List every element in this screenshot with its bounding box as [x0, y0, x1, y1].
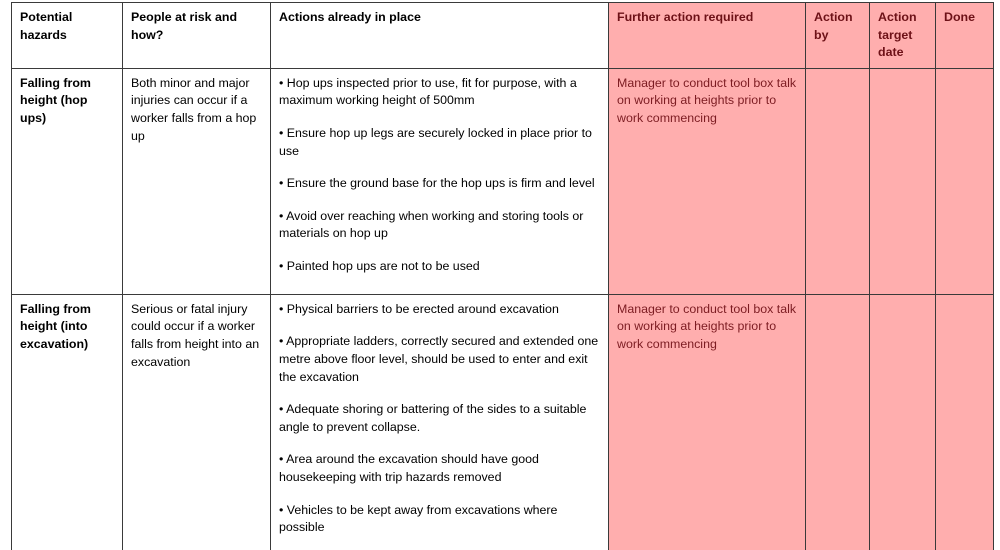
cell-further-action-required: Manager to conduct tool box talk on work…: [608, 67, 806, 295]
cell-actions-already-in-place: • Physical barriers to be erected around…: [270, 293, 609, 550]
cell-potential-hazard: Falling from height (into excavation): [11, 293, 123, 550]
column-header-actions-already-in-place: Actions already in place: [270, 2, 609, 69]
table-body: Falling from height (hop ups) Both minor…: [11, 67, 994, 550]
column-header-done: Done: [935, 2, 994, 69]
cell-actions-already-in-place: • Hop ups inspected prior to use, fit fo…: [270, 67, 609, 295]
column-header-people-at-risk: People at risk and how?: [122, 2, 271, 69]
table-row: Falling from height (hop ups) Both minor…: [11, 67, 994, 295]
column-header-action-target-date: Action target date: [869, 2, 936, 69]
cell-people-at-risk: Both minor and major injuries can occur …: [122, 67, 271, 295]
action-bullet: • Vehicles to be kept away from excavati…: [279, 502, 558, 535]
column-header-action-by: Action by: [805, 2, 870, 69]
cell-done[interactable]: [935, 67, 994, 295]
action-bullet: • Adequate shoring or battering of the s…: [279, 402, 587, 434]
table-row: Falling from height (into excavation) Se…: [11, 293, 994, 550]
cell-action-target-date[interactable]: [869, 293, 936, 550]
cell-done[interactable]: [935, 293, 994, 550]
cell-people-at-risk: Serious or fatal injury could occur if a…: [122, 293, 271, 550]
risk-assessment-table: Potential hazards People at risk and how…: [11, 2, 994, 550]
cell-potential-hazard: Falling from height (hop ups): [11, 67, 123, 295]
header-row: Potential hazards People at risk and how…: [11, 2, 994, 69]
action-bullet: • Physical barriers to be erected around…: [279, 301, 559, 316]
cell-action-by[interactable]: [805, 67, 870, 295]
table-header: Potential hazards People at risk and how…: [11, 2, 994, 69]
column-header-potential-hazards: Potential hazards: [11, 2, 123, 69]
action-bullet: • Area around the excavation should have…: [279, 452, 539, 485]
further-action-text: Manager to conduct tool box talk on work…: [617, 75, 797, 126]
cell-action-by[interactable]: [805, 293, 870, 550]
cell-action-target-date[interactable]: [869, 67, 936, 295]
action-bullet: • Ensure hop up legs are securely locked…: [279, 126, 592, 158]
action-bullet: • Painted hop ups are not to be used: [279, 259, 480, 274]
action-bullet: • Ensure the ground base for the hop ups…: [279, 176, 595, 191]
action-bullet: • Hop ups inspected prior to use, fit fo…: [279, 75, 577, 108]
column-header-further-action-required: Further action required: [608, 2, 806, 69]
document-canvas: Potential hazards People at risk and how…: [0, 0, 1000, 550]
action-bullet: • Avoid over reaching when working and s…: [279, 208, 584, 241]
cell-further-action-required: Manager to conduct tool box talk on work…: [608, 293, 806, 550]
action-bullet: • Appropriate ladders, correctly secured…: [279, 334, 599, 384]
further-action-text: Manager to conduct tool box talk on work…: [617, 301, 797, 352]
